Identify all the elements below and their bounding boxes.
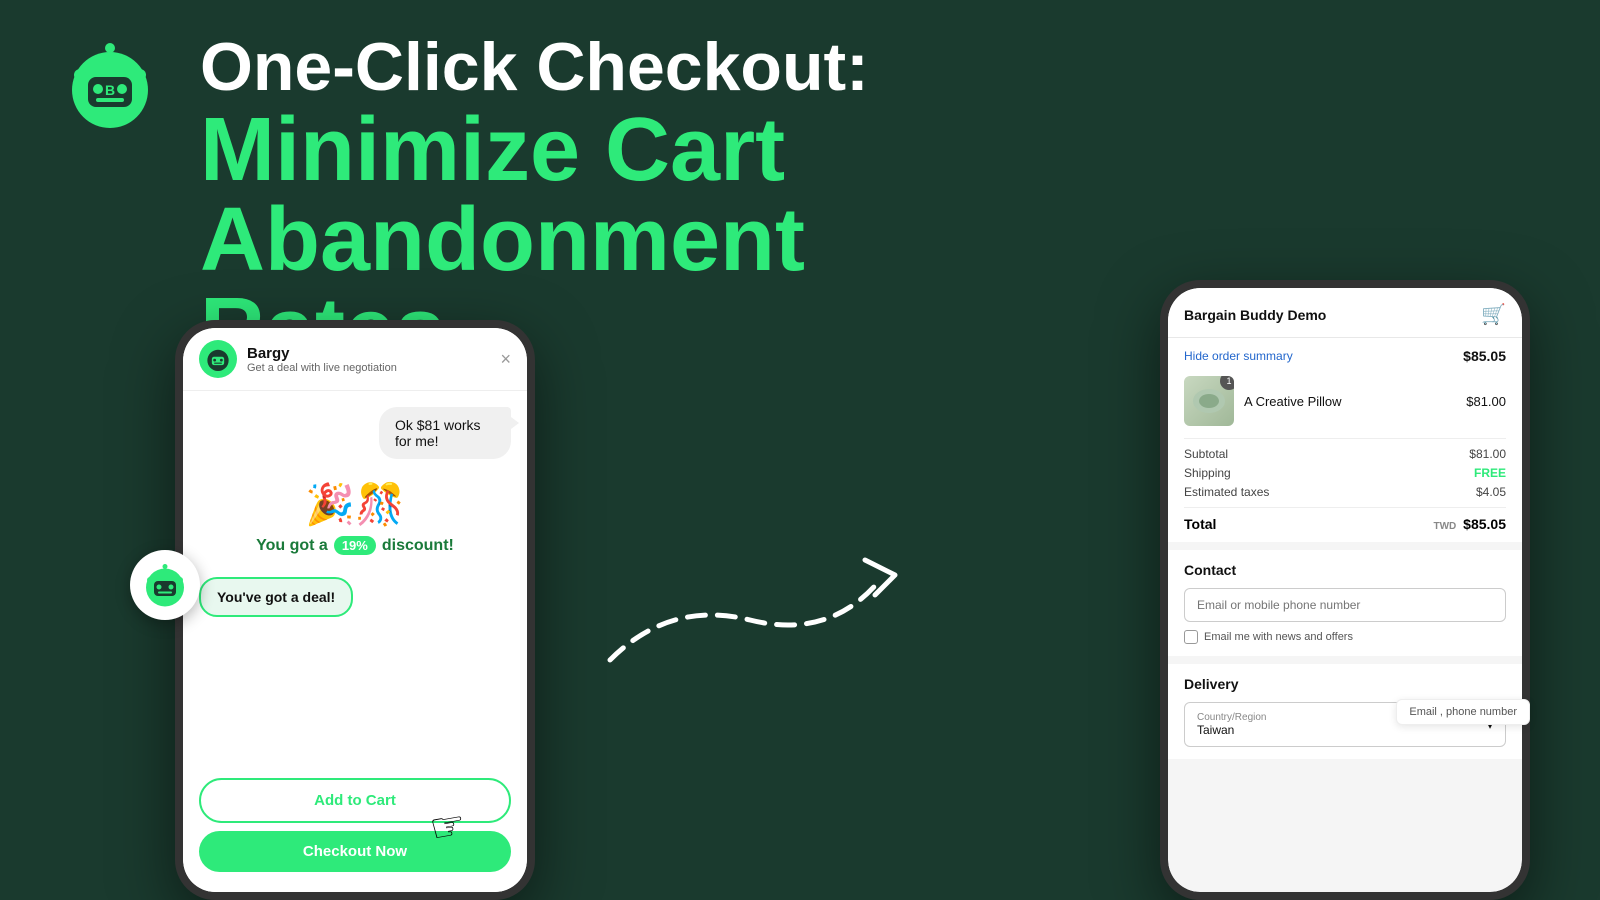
contact-email-input[interactable] (1184, 588, 1506, 622)
chat-close-button[interactable]: × (500, 349, 511, 370)
country-label: Country/Region (1197, 712, 1266, 723)
delivery-section-title: Delivery (1184, 676, 1506, 692)
country-select-content: Country/Region Taiwan (1197, 712, 1266, 737)
info-tag-text: Email , phone number (1409, 706, 1517, 718)
shipping-row: Shipping FREE (1184, 466, 1506, 480)
chat-deal-message: You've got a deal! (199, 577, 353, 617)
bargy-logo: B (60, 35, 160, 135)
newsletter-checkbox-row: Email me with news and offers (1184, 630, 1506, 644)
product-price: $81.00 (1466, 394, 1506, 409)
total-value: $85.05 (1463, 516, 1506, 532)
arrow-decoration (590, 500, 930, 700)
product-name: A Creative Pillow (1244, 394, 1456, 409)
chat-body: Ok $81 works for me! 🎉🎊 You got a 19% di… (183, 391, 527, 780)
chat-actions: Add to Cart Checkout Now (183, 766, 527, 892)
country-value: Taiwan (1197, 723, 1266, 737)
checkout-store-name: Bargain Buddy Demo (1184, 307, 1326, 323)
info-tag: Email , phone number (1396, 699, 1530, 725)
discount-badge: 19% (334, 536, 376, 555)
phone-screen-left: Bargy Get a deal with live negotiation ×… (183, 328, 527, 892)
newsletter-checkbox[interactable] (1184, 630, 1198, 644)
product-row: 1 A Creative Pillow $81.00 (1184, 376, 1506, 426)
cart-icon: 🛒 (1481, 302, 1506, 327)
chat-bot-subtitle: Get a deal with live negotiation (247, 362, 490, 374)
chat-avatar (199, 340, 237, 378)
order-summary-header: Hide order summary $85.05 (1184, 348, 1506, 364)
summary-divider (1184, 438, 1506, 439)
contact-section-title: Contact (1184, 562, 1506, 578)
celebration-emoji: 🎉🎊 (305, 481, 405, 528)
cursor-pointer: ☞ (426, 801, 469, 853)
subtotal-row: Subtotal $81.00 (1184, 447, 1506, 461)
contact-section: Contact Email me with news and offers (1168, 550, 1522, 656)
checkout-header: Bargain Buddy Demo 🛒 (1168, 288, 1522, 338)
chat-header: Bargy Get a deal with live negotiation × (183, 328, 527, 391)
phone-right-mockup: Bargain Buddy Demo 🛒 Hide order summary … (1160, 280, 1530, 900)
logo-container: B (60, 35, 160, 135)
discount-celebration: 🎉🎊 You got a 19% discount! (199, 471, 511, 565)
total-row: Total TWD $85.05 (1184, 516, 1506, 532)
svg-text:B: B (105, 82, 115, 98)
discount-text: You got a 19% discount! (256, 536, 454, 555)
total-divider (1184, 507, 1506, 508)
headline-line2: Minimize Cart (200, 105, 950, 195)
order-total-top: $85.05 (1463, 348, 1506, 364)
chat-header-text: Bargy Get a deal with live negotiation (247, 345, 490, 374)
order-summary: Hide order summary $85.05 1 A Creative P… (1168, 338, 1522, 542)
phone-screen-right: Bargain Buddy Demo 🛒 Hide order summary … (1168, 288, 1522, 892)
phone-left-mockup: Bargy Get a deal with live negotiation ×… (175, 320, 535, 900)
headline-line1: One-Click Checkout: (200, 30, 950, 105)
chat-message-price: Ok $81 works for me! (379, 407, 511, 459)
newsletter-label: Email me with news and offers (1204, 631, 1353, 643)
bot-avatar-floating (130, 550, 200, 620)
taxes-row: Estimated taxes $4.05 (1184, 485, 1506, 499)
hide-summary-toggle[interactable]: Hide order summary (1184, 349, 1293, 363)
total-currency: TWD (1434, 521, 1457, 532)
product-image: 1 (1184, 376, 1234, 426)
chat-bot-name: Bargy (247, 345, 490, 362)
